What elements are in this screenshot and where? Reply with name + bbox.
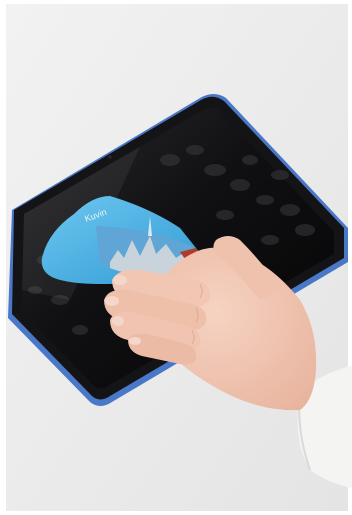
nail-ring — [112, 316, 124, 326]
nail-middle — [105, 296, 119, 306]
nail-index — [113, 275, 127, 285]
photo: Kuvin — [0, 0, 352, 515]
camera-dot — [108, 155, 112, 159]
nail-little — [129, 337, 141, 345]
scene-illustration: Kuvin — [0, 0, 352, 515]
